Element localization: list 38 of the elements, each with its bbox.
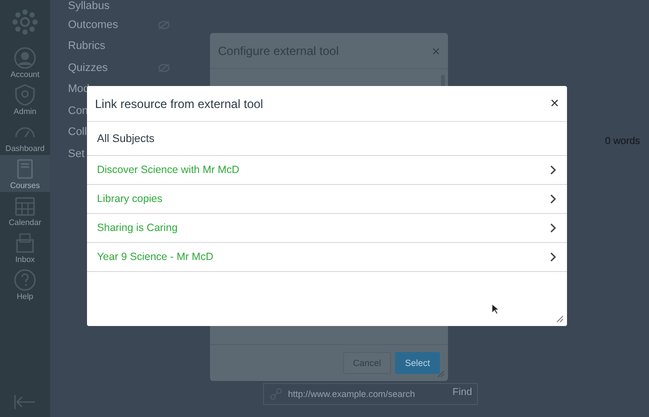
chevron-right-icon [550,252,556,262]
mouse-pointer-icon [491,303,499,315]
word-count: 0 words [604,136,640,147]
resize-grip-icon [437,370,445,378]
nav-item[interactable]: Inbox [0,229,50,266]
modal-title: Link resource from external tool [95,96,264,110]
course-nav-link[interactable]: Rubrics [68,40,106,52]
collapse-arrow-icon [14,395,36,409]
find-button[interactable]: Find [452,387,472,398]
list-item[interactable]: Year 9 Science - Mr McD [87,243,567,272]
course-nav-link[interactable]: Quizzes [68,62,108,74]
nav-item[interactable]: Help [0,266,50,303]
nav-item[interactable]: Account [0,44,50,81]
course-nav-link[interactable]: Syllabus [68,0,110,12]
select-button[interactable]: Select [394,352,440,374]
list-item[interactable]: Library copies [87,185,567,214]
close-button[interactable]: × [550,95,559,112]
course-nav-link[interactable]: Set [68,148,85,160]
calendar-icon [14,194,36,216]
close-button[interactable]: × [432,42,440,58]
course-nav-link[interactable]: Outcomes [68,18,118,31]
nav-item[interactable]: Admin [0,81,50,118]
nav-item[interactable]: Courses [0,155,50,192]
course-nav-link[interactable]: Coll [68,126,87,138]
logo-icon [11,8,39,36]
chevron-right-icon [550,223,556,233]
question-icon [14,268,36,290]
resize-grip-icon [556,315,564,323]
nav-item[interactable]: Dashboard [0,118,50,155]
chevron-right-icon [550,165,556,175]
inbox-icon [14,232,36,254]
chevron-right-icon [550,194,556,204]
user-icon [14,46,36,68]
nav-item[interactable]: Calendar [0,192,50,229]
list-item[interactable]: Discover Science with Mr McD [87,156,567,185]
breadcrumb-title: All Subjects [97,132,154,144]
list-item[interactable]: Sharing is Caring [87,214,567,243]
shield-icon [14,84,36,106]
